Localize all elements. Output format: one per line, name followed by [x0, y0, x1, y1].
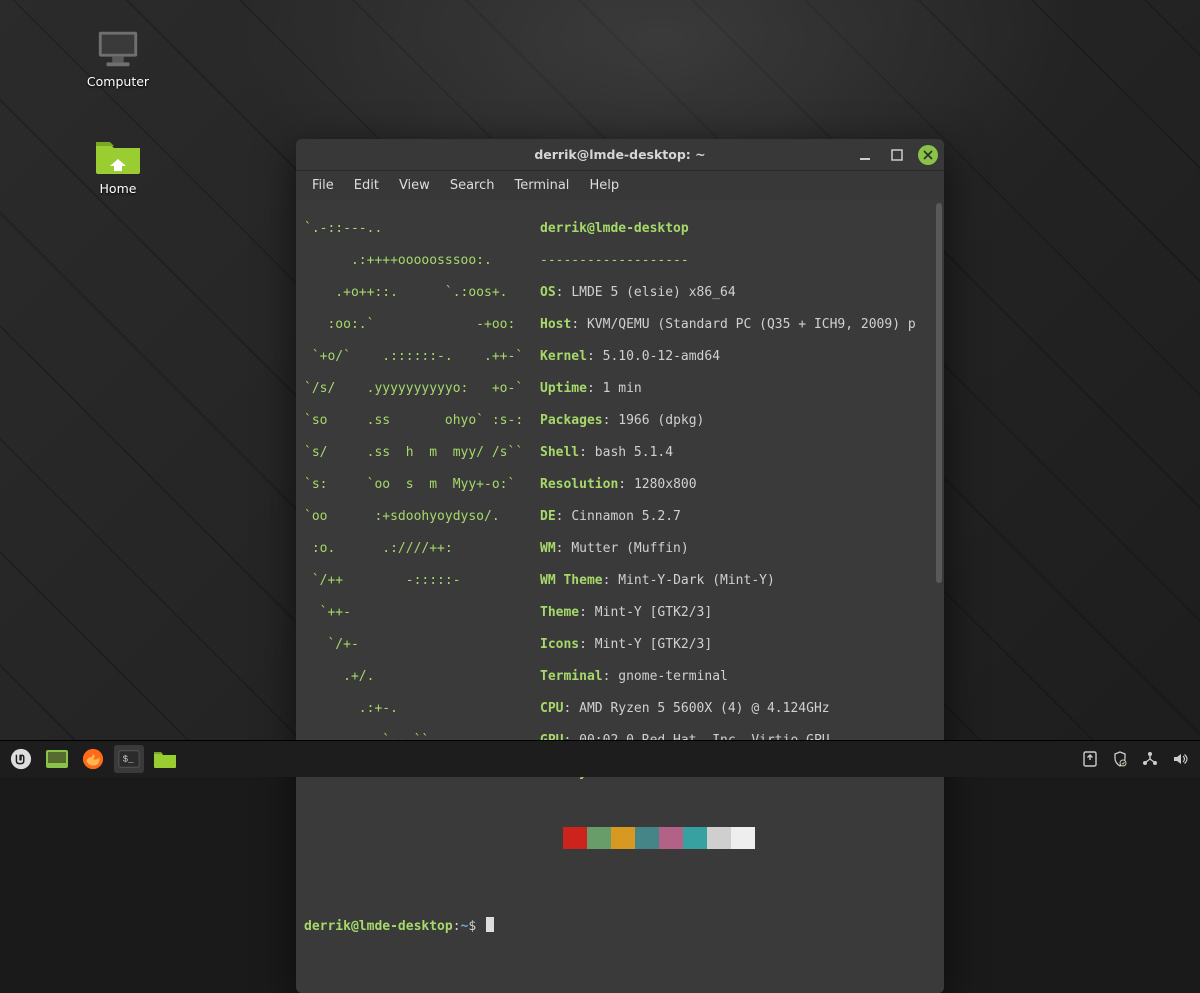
info-key: WM Theme — [540, 573, 603, 588]
info-key: Packages — [540, 413, 603, 428]
menu-file[interactable]: File — [302, 174, 344, 197]
info-value: Mint-Y [GTK2/3] — [595, 605, 712, 620]
palette-swatch — [707, 827, 731, 849]
info-key: Icons — [540, 637, 579, 652]
info-value: 1966 (dpkg) — [618, 413, 704, 428]
ascii-line: `/s/ .yyyyyyyyyyo: +o-` — [304, 381, 540, 397]
sound-tray-icon[interactable] — [1172, 751, 1188, 767]
color-palette — [539, 827, 926, 849]
info-value: Mint-Y [GTK2/3] — [595, 637, 712, 652]
palette-swatch — [635, 827, 659, 849]
prompt-user-host: derrik@lmde-desktop — [304, 919, 453, 934]
menu-terminal[interactable]: Terminal — [504, 174, 579, 197]
menu-search[interactable]: Search — [440, 174, 505, 197]
desktop-icon-computer[interactable]: Computer — [78, 28, 158, 89]
file-manager-launcher[interactable] — [150, 745, 180, 773]
info-value: bash 5.1.4 — [595, 445, 673, 460]
system-tray — [1082, 751, 1194, 767]
prompt-path: ~ — [461, 919, 469, 934]
info-key: DE — [540, 509, 556, 524]
palette-swatch — [731, 827, 755, 849]
palette-swatch — [611, 827, 635, 849]
menubar: File Edit View Search Terminal Help — [296, 171, 944, 199]
info-key: Shell — [540, 445, 579, 460]
info-value: AMD Ryzen 5 5600X (4) @ 4.124GHz — [579, 701, 829, 716]
ascii-line: `/+- — [304, 637, 540, 653]
neofetch-header: derrik@lmde-desktop — [540, 221, 689, 236]
palette-swatch — [563, 827, 587, 849]
ascii-line: .+/. — [304, 669, 540, 685]
ascii-line: :oo:.` -+oo: — [304, 317, 540, 333]
updates-tray-icon[interactable] — [1082, 751, 1098, 767]
prompt-line: derrik@lmde-desktop:~$ — [304, 917, 926, 935]
info-value: 5.10.0-12-amd64 — [603, 349, 720, 364]
ascii-line: `+o/` .::::::-. .++-` — [304, 349, 540, 365]
text-cursor — [486, 917, 494, 932]
terminal-scrollbar[interactable] — [936, 203, 942, 583]
info-key: Resolution — [540, 477, 618, 492]
window-controls — [854, 144, 938, 166]
info-key: Terminal — [540, 669, 603, 684]
desktop-icon-home[interactable]: Home — [78, 135, 158, 196]
ascii-line: `s: `oo s m Myy+-o:` — [304, 477, 540, 493]
show-desktop-button[interactable] — [42, 745, 72, 773]
info-value: gnome-terminal — [618, 669, 728, 684]
ascii-line: `/++ -:::::- — [304, 573, 540, 589]
ascii-line: .+o++::. `.:oos+. — [304, 285, 540, 301]
prompt-colon: : — [453, 919, 461, 934]
info-value: LMDE 5 (elsie) x86_64 — [571, 285, 735, 300]
info-key: Kernel — [540, 349, 587, 364]
window-close-button[interactable] — [918, 145, 938, 165]
info-value: Mint-Y-Dark (Mint-Y) — [618, 573, 775, 588]
palette-swatch — [587, 827, 611, 849]
taskbar: $_ — [0, 741, 1200, 777]
ascii-line: `so .ss ohyo` :s-: — [304, 413, 540, 429]
window-maximize-button[interactable] — [886, 144, 908, 166]
computer-icon — [94, 28, 142, 70]
info-key: Uptime — [540, 381, 587, 396]
ascii-line: `++- — [304, 605, 540, 621]
info-value: 1 min — [603, 381, 642, 396]
svg-text:$_: $_ — [123, 754, 134, 765]
ascii-line: `s/ .ss h m myy/ /s`` — [304, 445, 540, 461]
security-tray-icon[interactable] — [1112, 751, 1128, 767]
info-key: Theme — [540, 605, 579, 620]
info-key: OS — [540, 285, 556, 300]
window-titlebar[interactable]: derrik@lmde-desktop: ~ — [296, 139, 944, 171]
desktop-icon-label: Home — [100, 181, 137, 196]
info-value: Mutter (Muffin) — [571, 541, 688, 556]
mint-menu-button[interactable] — [6, 745, 36, 773]
prompt-symbol: $ — [468, 919, 476, 934]
info-value: Cinnamon 5.2.7 — [571, 509, 681, 524]
firefox-launcher[interactable] — [78, 745, 108, 773]
desktop-icon-label: Computer — [87, 74, 149, 89]
menu-help[interactable]: Help — [579, 174, 629, 197]
ascii-line: .:++++ooooosssoo:. — [304, 253, 540, 269]
info-value: 1280x800 — [634, 477, 697, 492]
info-key: WM — [540, 541, 556, 556]
window-minimize-button[interactable] — [854, 144, 876, 166]
taskbar-left: $_ — [6, 745, 180, 773]
window-title: derrik@lmde-desktop: ~ — [534, 147, 705, 162]
terminal-window: derrik@lmde-desktop: ~ File Edit View Se… — [296, 139, 944, 993]
neofetch-separator: ------------------- — [540, 253, 689, 269]
palette-swatch — [683, 827, 707, 849]
menu-view[interactable]: View — [389, 174, 440, 197]
ascii-line: :o. .:////++: — [304, 541, 540, 557]
folder-home-icon — [94, 135, 142, 177]
terminal-launcher[interactable]: $_ — [114, 745, 144, 773]
desktop-icons: Computer Home — [78, 28, 158, 196]
ascii-line: `.-::---.. — [304, 221, 540, 237]
info-value: KVM/QEMU (Standard PC (Q35 + ICH9, 2009)… — [587, 317, 916, 332]
network-tray-icon[interactable] — [1142, 751, 1158, 767]
terminal-body[interactable]: `.-::---..derrik@lmde-desktop .:++++oooo… — [296, 199, 944, 993]
menu-edit[interactable]: Edit — [344, 174, 389, 197]
palette-swatch — [659, 827, 683, 849]
ascii-line: .:+-. — [304, 701, 540, 717]
palette-swatch — [539, 827, 563, 849]
info-key: Host — [540, 317, 571, 332]
info-key: CPU — [540, 701, 563, 716]
ascii-line: `oo :+sdoohyoydyso/. — [304, 509, 540, 525]
